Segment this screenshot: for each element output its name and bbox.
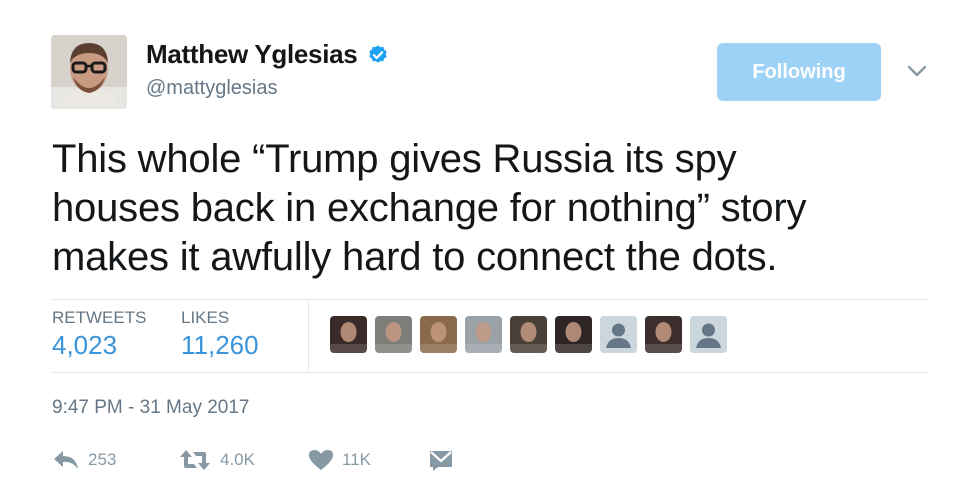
liker-avatar[interactable] (330, 316, 367, 353)
reply-button[interactable]: 253 (52, 445, 116, 475)
direct-message-button[interactable] (428, 445, 454, 475)
retweet-button[interactable]: 4.0K (178, 445, 255, 475)
reply-icon (54, 451, 78, 469)
default-liker-avatar[interactable] (690, 316, 727, 353)
liker-avatar[interactable] (555, 316, 592, 353)
retweets-stat[interactable]: RETWEETS 4,023 (52, 308, 146, 361)
tweet-text-line: This whole “Trump gives Russia its spy (52, 137, 737, 181)
verified-badge-icon (369, 44, 388, 63)
author-avatar[interactable] (51, 35, 127, 109)
like-count: 11K (342, 450, 371, 469)
author-handle[interactable]: @mattyglesias (146, 77, 277, 100)
author-name-text[interactable]: Matthew Yglesias (146, 39, 358, 70)
stats-bottom-divider (52, 372, 927, 373)
retweet-count: 4.0K (220, 450, 255, 469)
stats-vertical-divider (308, 300, 309, 372)
retweet-icon (180, 450, 210, 470)
likes-count[interactable]: 11,260 (181, 330, 259, 361)
liker-avatar[interactable] (645, 316, 682, 353)
tweet-text-line: houses back in exchange for nothing” sto… (52, 186, 807, 230)
liker-avatars (330, 316, 727, 353)
tweet-card: Matthew Yglesias @mattyglesias Following… (0, 0, 980, 501)
default-liker-avatar[interactable] (600, 316, 637, 353)
following-button[interactable]: Following (717, 43, 881, 101)
retweets-count[interactable]: 4,023 (52, 330, 146, 361)
retweets-label: RETWEETS (52, 308, 147, 327)
liker-avatar[interactable] (510, 316, 547, 353)
author-display-name[interactable]: Matthew Yglesias (146, 39, 389, 70)
reply-count: 253 (88, 450, 117, 469)
tweet-text: This whole “Trump gives Russia its spy h… (52, 135, 932, 282)
stats-top-divider (52, 299, 927, 300)
likes-label: LIKES (181, 308, 230, 327)
liker-avatar[interactable] (420, 316, 457, 353)
tweet-timestamp[interactable]: 9:47 PM - 31 May 2017 (52, 397, 250, 419)
direct-message-icon (430, 451, 452, 471)
chevron-down-icon[interactable] (906, 62, 928, 80)
tweet-text-line: makes it awfully hard to connect the dot… (52, 235, 778, 279)
liker-avatar[interactable] (375, 316, 412, 353)
like-button[interactable]: 11K (308, 445, 371, 475)
heart-icon (309, 450, 333, 470)
liker-avatar[interactable] (465, 316, 502, 353)
likes-stat[interactable]: LIKES 11,260 (181, 308, 259, 361)
